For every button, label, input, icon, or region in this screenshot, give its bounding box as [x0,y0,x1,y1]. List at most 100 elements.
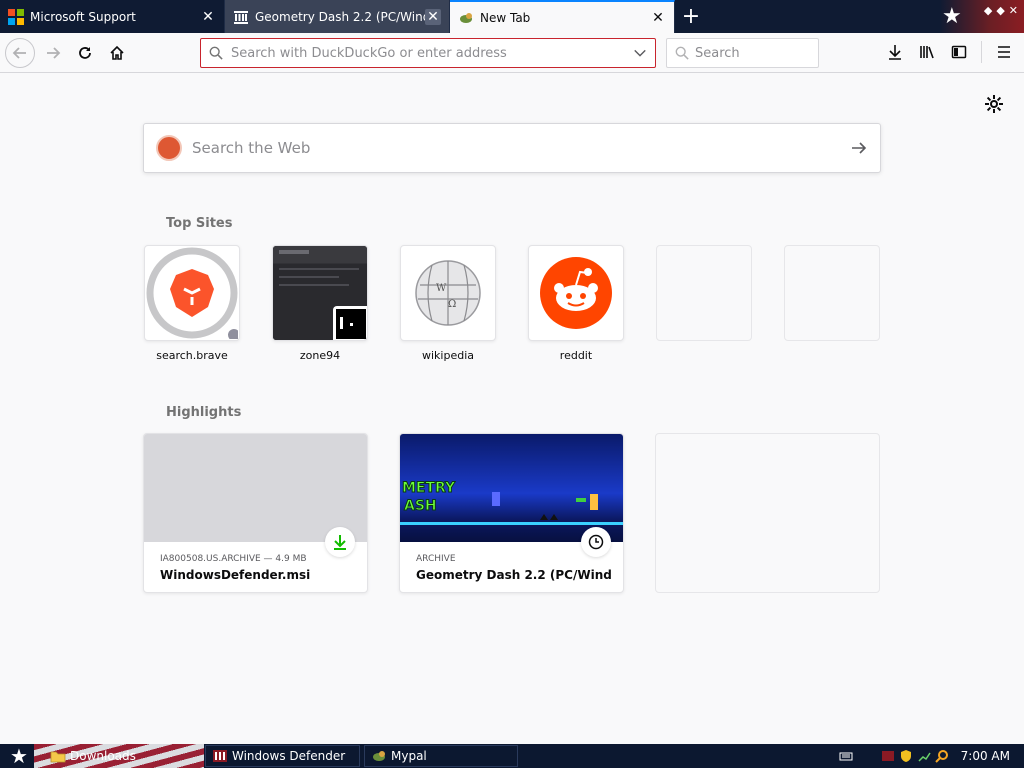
web-search-input[interactable]: Search the Web [192,139,850,157]
search-icon [675,46,689,60]
home-button[interactable] [103,39,131,67]
svg-text:METRY: METRY [402,480,456,496]
highlight-empty-slot [655,433,880,593]
geometry-dash-preview: METRY ASH [400,434,623,542]
top-site-label: search.brave [156,349,228,362]
chevron-down-icon[interactable] [633,46,647,60]
back-arrow-icon [12,46,26,59]
network-icon[interactable] [917,749,931,763]
highlight-title: WindowsDefender.msi [160,568,311,582]
tab-title: Microsoft Support [30,9,136,24]
hamburger-menu-icon [998,46,1010,58]
highlight-card-geometry-dash[interactable]: METRY ASH ARCHIVE Geometry Dash 2.2 (PC/… [399,433,624,593]
top-site-label: reddit [559,349,593,362]
top-site-empty-slot[interactable] [656,245,752,341]
taskbar-item-mypal[interactable]: Mypal [364,745,518,767]
library-icon [920,46,934,59]
forward-button[interactable] [39,39,67,67]
gear-icon[interactable] [984,94,1004,114]
taskbar-item-downloads[interactable]: Downloads [44,745,204,767]
top-site-label: zone94 [299,349,341,362]
download-icon [334,535,346,550]
svg-text:W: W [436,283,447,294]
forward-arrow-icon [47,46,61,59]
highlight-card-windowsdefender[interactable]: IA800508.US.ARCHIVE — 4.9 MB WindowsDefe… [143,433,368,593]
reload-button[interactable] [71,39,99,67]
shield-icon[interactable] [899,749,913,763]
toolbar-separator [981,41,982,63]
close-window-icon[interactable]: ✕ [1009,4,1018,17]
geometry-dash-scene: METRY ASH [400,480,623,525]
top-site-empty-slot[interactable] [784,245,880,341]
taskbar-item-label: Mypal [391,749,427,763]
maximize-icon[interactable]: ◆ [996,4,1004,17]
reload-icon [79,46,91,59]
svg-text:Ω: Ω [448,299,456,310]
menu-button[interactable] [990,38,1018,66]
home-icon [110,45,124,60]
tab-title: Geometry Dash 2.2 (PC/Windows, [255,9,425,24]
brave-lion-icon [146,247,238,339]
wikipedia-globe-icon: W Ω [415,260,481,326]
top-site-reddit[interactable]: reddit [528,245,624,362]
windows-defender-icon [213,750,227,762]
archive-org-icon [234,10,248,24]
new-tab-page: Search the Web Top Sites search.brave zo… [0,74,1024,744]
taskbar-item-label: Windows Defender [232,749,346,763]
downloads-button[interactable] [881,38,909,66]
reddit-alien-icon [540,257,612,329]
top-site-zone94[interactable]: zone94 [272,245,368,362]
search-bar[interactable]: Search [666,38,819,68]
sidebar-button[interactable] [945,38,973,66]
highlight-meta: IA800508.US.ARCHIVE — 4.9 MB [160,554,307,564]
mypal-icon [460,12,472,23]
highlight-title: Geometry Dash 2.2 (PC/Window... [416,568,611,582]
top-site-label: wikipedia [421,349,474,362]
zone94-screenshot [273,246,367,340]
web-search-box[interactable]: Search the Web [143,123,881,173]
search-icon [209,46,223,60]
theme-decoration: ★ ◆ ◆ ✕ [940,0,1024,33]
svg-text:ASH: ASH [404,498,437,514]
taskbar-item-label: Downloads [70,749,136,763]
star-icon: ★ [942,4,962,29]
url-bar[interactable]: Search with DuckDuckGo or enter address [200,38,656,68]
keyboard-icon[interactable] [839,749,853,763]
close-icon[interactable]: ✕ [650,10,666,26]
clock[interactable]: 7:00 AM [961,749,1010,763]
top-site-search-brave[interactable]: search.brave [144,245,240,362]
url-input[interactable]: Search with DuckDuckGo or enter address [231,46,633,61]
system-tray: 7:00 AM [839,744,1024,768]
tab-new-tab[interactable]: New Tab ✕ [450,0,675,33]
library-button[interactable] [913,38,941,66]
highlight-meta: ARCHIVE [416,554,456,564]
highlight-preview [144,434,367,542]
toolbar-right [881,38,1018,66]
arrow-right-icon[interactable] [850,139,868,157]
tab-strip: Microsoft Support ✕ Geometry Dash 2.2 (P… [0,0,1024,33]
star-icon: ★ [10,744,28,768]
start-button[interactable]: ★ [0,744,38,768]
microsoft-logo-icon [8,8,24,25]
minimize-icon[interactable]: ◆ [984,4,992,17]
close-icon[interactable]: ✕ [425,8,441,25]
search-input[interactable]: Search [695,46,740,61]
highlights-heading: Highlights [166,405,242,420]
tab-title: New Tab [480,10,531,25]
window-controls: ◆ ◆ ✕ [984,4,1018,17]
top-sites-heading: Top Sites [166,216,233,231]
top-site-wikipedia[interactable]: W Ω wikipedia [400,245,496,362]
mypal-icon [373,751,385,761]
search-icon[interactable] [934,749,949,763]
duckduckgo-logo-icon [156,135,182,161]
taskbar-item-windows-defender[interactable]: Windows Defender [205,745,360,767]
download-icon [889,45,901,60]
windows-defender-icon[interactable] [881,749,895,763]
back-button[interactable] [5,37,35,68]
clock-icon [588,534,604,550]
taskbar: ★ Downloads Windows Defender Mypal 7:00 … [0,744,1024,768]
new-tab-button[interactable]: + [675,0,707,33]
tab-microsoft-support[interactable]: Microsoft Support ✕ [0,0,225,33]
tab-geometry-dash[interactable]: Geometry Dash 2.2 (PC/Windows, ✕ [225,0,450,33]
close-icon[interactable]: ✕ [200,9,216,25]
